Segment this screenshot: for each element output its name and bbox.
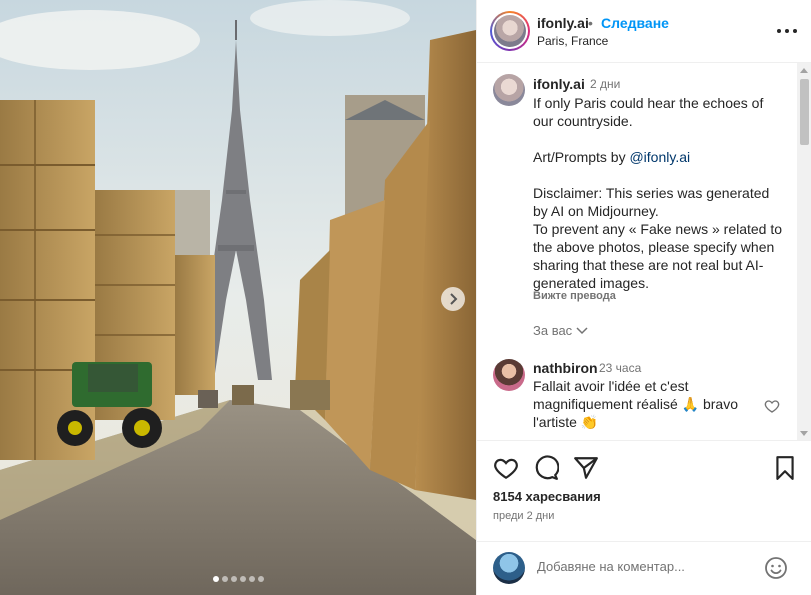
likes-count[interactable]: 8154 харесвания bbox=[493, 489, 601, 504]
caption-disclaimer: Disclaimer: This series was generated by… bbox=[533, 185, 774, 219]
comment-button[interactable] bbox=[533, 455, 560, 481]
send-icon bbox=[574, 457, 598, 479]
like-button[interactable] bbox=[493, 455, 519, 481]
post-side-panel: ifonly.ai • Следване Paris, France ifonl… bbox=[476, 0, 811, 595]
caption-time[interactable]: 2 дни bbox=[590, 77, 620, 91]
chevron-right-icon bbox=[450, 293, 458, 305]
next-photo-button[interactable] bbox=[441, 287, 465, 311]
post-date[interactable]: преди 2 дни bbox=[493, 510, 554, 522]
caption-credit: Art/Prompts by @ifonly.ai bbox=[533, 148, 783, 166]
carousel-indicator bbox=[0, 576, 476, 582]
action-bar bbox=[477, 441, 811, 491]
post-header: ifonly.ai • Следване Paris, France bbox=[477, 0, 811, 63]
carousel-dot bbox=[230, 576, 237, 582]
for-you-label: За вас bbox=[533, 323, 573, 338]
carousel-dot bbox=[221, 576, 228, 582]
scroll-down-arrow[interactable] bbox=[800, 431, 808, 436]
comments-section[interactable]: ifonly.ai 2 дни If only Paris could hear… bbox=[477, 63, 811, 441]
post-photo bbox=[0, 0, 476, 595]
comment-like-button[interactable] bbox=[764, 398, 780, 414]
for-you-toggle[interactable]: За вас bbox=[533, 323, 588, 338]
credit-prefix: Art/Prompts by bbox=[533, 149, 630, 165]
caption-line: If only Paris could hear the echoes of o… bbox=[533, 95, 768, 129]
more-options-button[interactable] bbox=[775, 22, 799, 40]
author-username[interactable]: ifonly.ai bbox=[537, 15, 589, 31]
separator-dot: • bbox=[588, 15, 593, 31]
chevron-down-icon bbox=[576, 326, 588, 334]
credit-mention-link[interactable]: @ifonly.ai bbox=[629, 149, 690, 165]
author-avatar[interactable] bbox=[490, 11, 530, 51]
comment-input[interactable] bbox=[537, 559, 757, 574]
commenter-avatar[interactable] bbox=[493, 359, 525, 391]
follow-button[interactable]: Следване bbox=[601, 15, 669, 31]
comment-text: Fallait avoir l'idée et c'est magnifique… bbox=[533, 378, 738, 430]
comment-time[interactable]: 23 часа bbox=[599, 361, 641, 375]
carousel-dot bbox=[239, 576, 246, 582]
add-comment-bar bbox=[477, 541, 811, 595]
emoji-button[interactable] bbox=[764, 556, 788, 580]
more-horizontal-icon bbox=[777, 29, 797, 33]
caption-text: If only Paris could hear the echoes of o… bbox=[533, 94, 783, 292]
carousel-dot bbox=[248, 576, 255, 582]
carousel-dot bbox=[212, 576, 219, 582]
see-translation-link[interactable]: Вижте превода bbox=[533, 290, 616, 302]
scroll-up-arrow[interactable] bbox=[800, 68, 808, 73]
save-button[interactable] bbox=[772, 455, 798, 481]
caption-username[interactable]: ifonly.ai bbox=[533, 76, 585, 92]
smiley-icon bbox=[765, 557, 787, 579]
post-media[interactable] bbox=[0, 0, 476, 595]
heart-icon bbox=[764, 400, 780, 413]
heart-icon bbox=[494, 458, 518, 480]
share-button[interactable] bbox=[573, 455, 599, 481]
commenter-username[interactable]: nathbiron bbox=[533, 360, 598, 376]
current-user-avatar[interactable] bbox=[493, 552, 525, 584]
post-location[interactable]: Paris, France bbox=[537, 34, 608, 48]
caption-fake-news: To prevent any « Fake news » related to … bbox=[533, 221, 786, 291]
comment-bubble-icon bbox=[535, 455, 560, 480]
scroll-thumb[interactable] bbox=[800, 79, 809, 145]
carousel-dot bbox=[257, 576, 264, 582]
comments-scrollbar[interactable] bbox=[797, 63, 811, 440]
bookmark-icon bbox=[776, 456, 794, 480]
caption-author-avatar[interactable] bbox=[493, 74, 525, 106]
